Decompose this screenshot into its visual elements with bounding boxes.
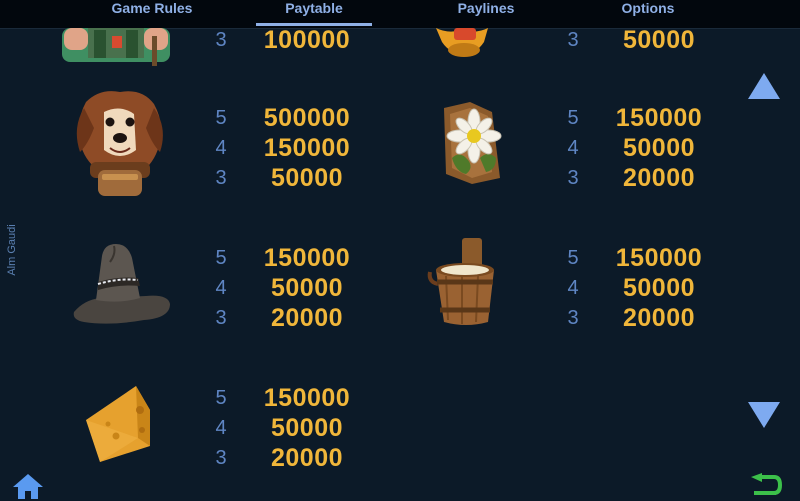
- tab-game-rules[interactable]: Game Rules: [100, 0, 204, 28]
- cheese-symbol-icon: [86, 386, 150, 462]
- symbol-count: 4: [567, 277, 579, 299]
- symbol-count: 3: [567, 167, 579, 189]
- payout-value: 50000: [270, 414, 344, 442]
- farmer-symbol-icon: [62, 28, 170, 66]
- bell-symbol-icon: [436, 28, 488, 57]
- payout-value: 150000: [263, 384, 351, 412]
- symbol-count: 3: [215, 307, 227, 329]
- up-arrow-icon[interactable]: [747, 72, 781, 100]
- payout-value: 500000: [263, 104, 351, 132]
- payout-value: 150000: [263, 134, 351, 162]
- symbol-count: 3: [567, 29, 579, 51]
- payout-value: 100000: [263, 26, 351, 54]
- symbol-count: 3: [215, 447, 227, 469]
- symbol-count: 5: [215, 247, 227, 269]
- game-name-label: Alm Gaudi: [6, 224, 18, 276]
- payout-value: 50000: [270, 164, 344, 192]
- back-icon[interactable]: [750, 473, 782, 499]
- symbol-count: 3: [215, 29, 227, 51]
- symbol-count: 5: [567, 107, 579, 129]
- payout-value: 50000: [622, 134, 696, 162]
- payout-value: 150000: [615, 244, 703, 272]
- payout-value: 20000: [622, 304, 696, 332]
- symbol-count: 5: [567, 247, 579, 269]
- bucket-symbol-icon: [427, 238, 494, 325]
- payout-value: 20000: [270, 444, 344, 472]
- down-arrow-icon[interactable]: [747, 401, 781, 429]
- symbol-count: 5: [215, 107, 227, 129]
- tab-options[interactable]: Options: [610, 0, 686, 28]
- symbol-count: 3: [215, 167, 227, 189]
- payout-value: 50000: [622, 26, 696, 54]
- tab-paylines[interactable]: Paylines: [445, 0, 527, 28]
- payout-value: 50000: [270, 274, 344, 302]
- symbol-count: 4: [215, 277, 227, 299]
- hat-symbol-icon: [73, 244, 170, 324]
- payout-value: 150000: [615, 104, 703, 132]
- payout-value: 150000: [263, 244, 351, 272]
- home-icon[interactable]: [12, 473, 44, 499]
- symbol-count: 4: [215, 137, 227, 159]
- symbol-count: 3: [567, 307, 579, 329]
- payout-value: 20000: [270, 304, 344, 332]
- symbol-count: 4: [567, 137, 579, 159]
- payout-value: 50000: [622, 274, 696, 302]
- symbol-count: 5: [215, 387, 227, 409]
- edelweiss-symbol-icon: [444, 102, 502, 184]
- payout-value: 20000: [622, 164, 696, 192]
- symbol-count: 4: [215, 417, 227, 439]
- dog-symbol-icon: [76, 91, 163, 196]
- tab-paytable[interactable]: Paytable: [256, 0, 372, 28]
